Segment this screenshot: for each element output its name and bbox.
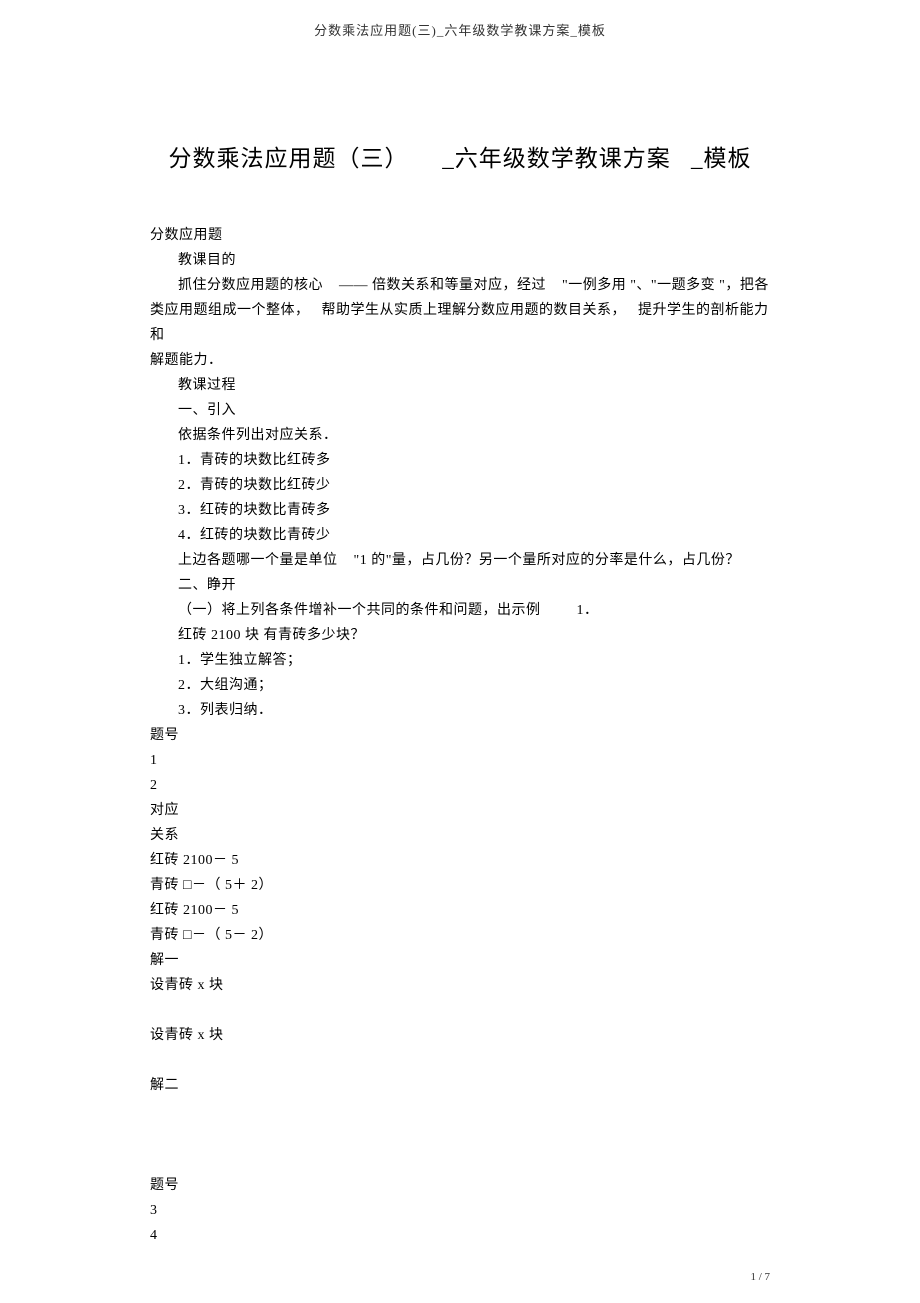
body-line: 类应用题组成一个整体， 帮助学生从实质上理解分数应用题的数目关系， 提升学生的剖… (150, 298, 770, 348)
body-line: 题号 (150, 1173, 770, 1198)
text-fragment: 帮助学生从实质上理解分数应用题的数目关系， (322, 303, 627, 318)
body-line: 题号 (150, 723, 770, 748)
body-line (150, 1048, 770, 1073)
body-line: 解二 (150, 1073, 770, 1098)
text-fragment: 抓住分数应用题的核心 (178, 278, 323, 293)
text-fragment: "一例多用 "、"一题多变 "，把各 (562, 278, 769, 293)
document-title: 分数乘法应用题（三） _六年级数学教课方案 _模板 (150, 139, 770, 173)
body-line: 设青砖 x 块 (150, 1023, 770, 1048)
text-fragment: （一）将上列各条件增补一个共同的条件和问题，出示例 (178, 603, 541, 618)
text-fragment: 上边各题哪一个量是单位 (178, 553, 338, 568)
body-line: 3．红砖的块数比青砖多 (150, 498, 770, 523)
body-line (150, 998, 770, 1023)
title-part-1: 分数乘法应用题（三） (169, 139, 409, 173)
body-line: 上边各题哪一个量是单位 "1 的"量，占几份？另一个量所对应的分率是什么，占几份… (150, 548, 770, 573)
body-line: 3 (150, 1198, 770, 1223)
body-line: 2．青砖的块数比红砖少 (150, 473, 770, 498)
body-line: 红砖 2100－ 5 (150, 898, 770, 923)
title-part-2: _六年级数学教课方案 (442, 139, 671, 173)
body-line: 红砖 2100 块 有青砖多少块？ (150, 623, 770, 648)
title-part-3: _模板 (691, 139, 752, 173)
body-line: 4 (150, 1223, 770, 1248)
body-line: 一、引入 (150, 398, 770, 423)
body-line: 3．列表归纳． (150, 698, 770, 723)
body-line: 青砖 □－（ 5＋ 2） (150, 873, 770, 898)
page-number: 1 / 7 (750, 1271, 770, 1283)
body-line (150, 1098, 770, 1123)
text-fragment: "1 的"量，占几份？另一个量所对应的分率是什么，占几份？ (354, 553, 740, 568)
body-line: 分数应用题 (150, 223, 770, 248)
body-line: 1．青砖的块数比红砖多 (150, 448, 770, 473)
body-line: 依据条件列出对应关系． (150, 423, 770, 448)
body-line: 关系 (150, 823, 770, 848)
body-line: 1 (150, 748, 770, 773)
body-line: 2．大组沟通； (150, 673, 770, 698)
body-line: 教课过程 (150, 373, 770, 398)
body-line (150, 1123, 770, 1148)
body-line: 2 (150, 773, 770, 798)
body-line: 1．学生独立解答； (150, 648, 770, 673)
body-line: 二、睁开 (150, 573, 770, 598)
body-line: 设青砖 x 块 (150, 973, 770, 998)
text-fragment: —— 倍数关系和等量对应，经过 (339, 278, 546, 293)
document-body: 分数应用题 教课目的 抓住分数应用题的核心 —— 倍数关系和等量对应，经过 "一… (150, 223, 770, 1248)
body-line: 4．红砖的块数比青砖少 (150, 523, 770, 548)
body-line (150, 1148, 770, 1173)
body-line: 青砖 □－（ 5－ 2） (150, 923, 770, 948)
text-fragment: 1． (577, 603, 599, 618)
text-fragment: 类应用题组成一个整体， (150, 303, 310, 318)
body-line: 解一 (150, 948, 770, 973)
body-line: 对应 (150, 798, 770, 823)
body-line: 红砖 2100－ 5 (150, 848, 770, 873)
document-page: 分数乘法应用题(三)_六年级数学教课方案_模板 分数乘法应用题（三） _六年级数… (0, 0, 920, 1303)
body-line: 解题能力． (150, 348, 770, 373)
page-header: 分数乘法应用题(三)_六年级数学教课方案_模板 (150, 20, 770, 39)
body-line: 抓住分数应用题的核心 —— 倍数关系和等量对应，经过 "一例多用 "、"一题多变… (150, 273, 770, 298)
body-line: 教课目的 (150, 248, 770, 273)
body-line: （一）将上列各条件增补一个共同的条件和问题，出示例 1． (150, 598, 770, 623)
